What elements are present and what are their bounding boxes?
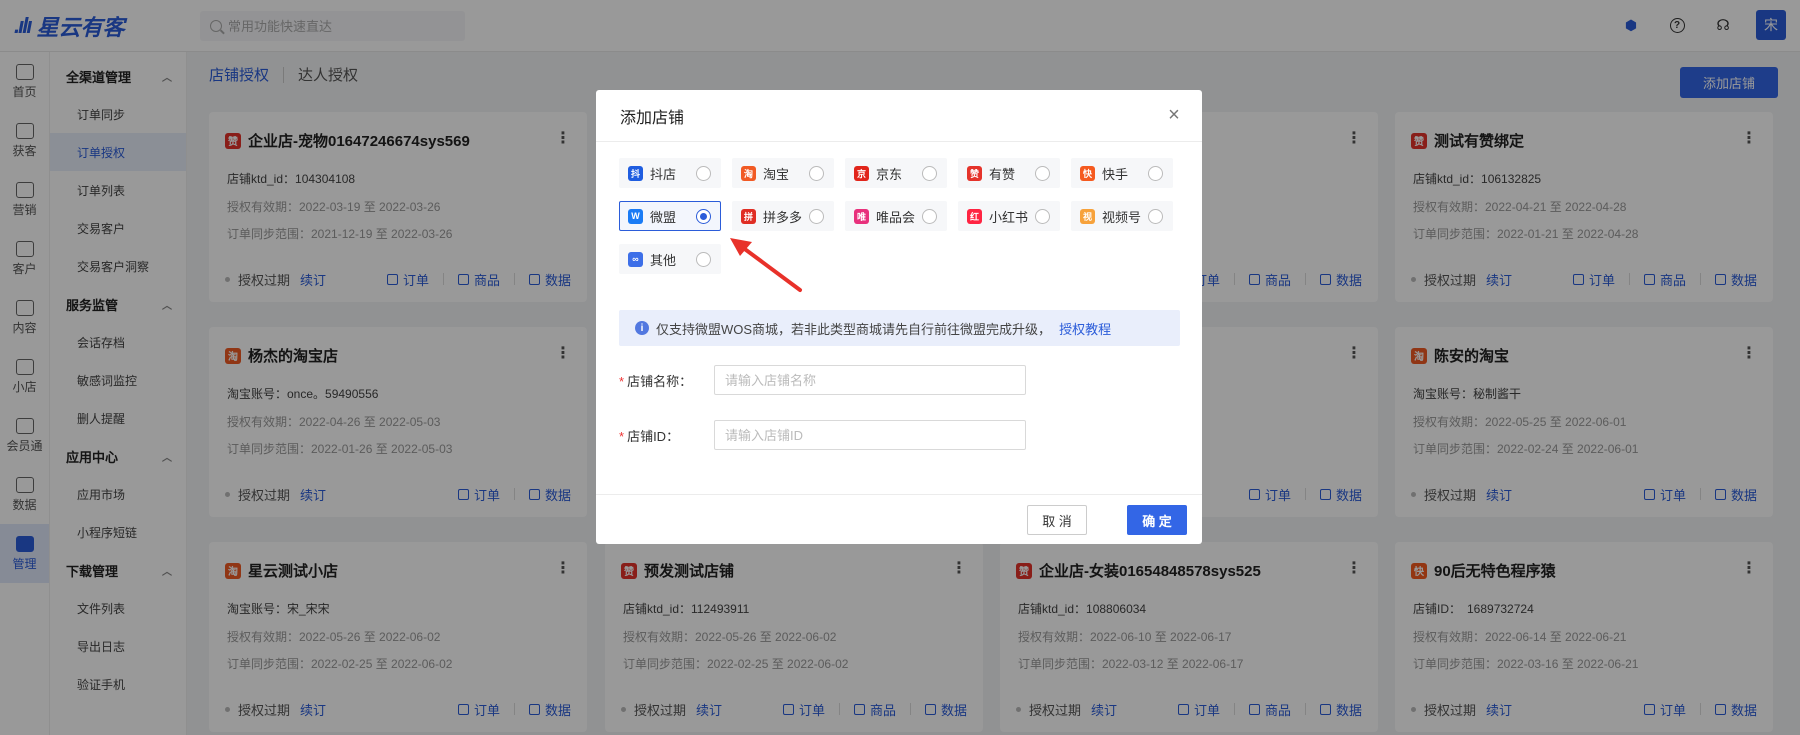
store-id-row: * 店铺ID： <box>619 420 1026 450</box>
add-store-dialog: 添加店铺 × 抖抖店淘淘宝京京东赞有赞快快手 W 微盟拼拼多多唯唯品会红小红书视视频… <box>596 90 1202 544</box>
platform-radio[interactable] <box>922 209 937 224</box>
dialog-title: 添加店铺 <box>620 109 685 127</box>
platform-option[interactable]: 赞有赞 <box>958 158 1060 188</box>
platform-logo-icon: 视 <box>1080 208 1095 224</box>
cancel-button[interactable]: 取 消 <box>1027 505 1087 535</box>
info-notice: i 仅支持微盟WOS商城，若非此类型商城请先自行前往微盟完成升级， 授权教程 <box>619 310 1180 346</box>
platform-radio[interactable] <box>1148 209 1163 224</box>
auth-tutorial-link[interactable]: 授权教程 <box>1059 319 1111 338</box>
platform-logo-icon: W <box>628 208 643 224</box>
platform-logo-icon: 抖 <box>628 165 643 181</box>
platform-radio[interactable] <box>809 209 824 224</box>
platform-logo-icon: 快 <box>1080 165 1095 181</box>
platform-radio[interactable] <box>696 252 711 267</box>
platform-label: 唯品会 <box>876 209 916 225</box>
platform-label: 抖店 <box>650 166 677 182</box>
info-icon: i <box>635 321 649 335</box>
platform-label: 微盟 <box>650 209 677 225</box>
store-id-input[interactable] <box>714 420 1026 450</box>
platform-radio[interactable] <box>696 209 711 224</box>
platform-label: 小红书 <box>989 209 1029 225</box>
platform-radio[interactable] <box>922 166 937 181</box>
platform-logo-icon: 红 <box>967 208 982 224</box>
platform-option[interactable]: 拼拼多多 <box>732 201 834 231</box>
notice-text: 仅支持微盟WOS商城，若非此类型商城请先自行前往微盟完成升级， <box>656 321 1052 337</box>
platform-label: 快手 <box>1102 166 1129 182</box>
platform-option[interactable]: 快快手 <box>1071 158 1173 188</box>
platform-label: 有赞 <box>989 166 1016 182</box>
platform-option[interactable]: 淘淘宝 <box>732 158 834 188</box>
platform-logo-icon: 京 <box>854 165 869 181</box>
platform-logo-icon: ∞ <box>628 251 643 267</box>
platform-label: 拼多多 <box>763 209 803 225</box>
platform-option[interactable]: 抖抖店 <box>619 158 721 188</box>
annotation-arrow-icon <box>730 238 802 292</box>
platform-logo-icon: 淘 <box>741 165 756 181</box>
platform-radio[interactable] <box>696 166 711 181</box>
platform-label: 淘宝 <box>763 166 790 182</box>
platform-radio[interactable] <box>1148 166 1163 181</box>
platform-option[interactable]: ∞ 其他 <box>619 244 721 274</box>
close-icon[interactable]: × <box>1164 105 1184 125</box>
platform-logo-icon: 拼 <box>741 208 756 224</box>
platform-radio[interactable] <box>1035 209 1050 224</box>
platform-option[interactable]: W 微盟 <box>619 201 721 231</box>
platform-logo-icon: 赞 <box>967 165 982 181</box>
store-name-input[interactable] <box>714 365 1026 395</box>
dialog-footer: 取 消 确 定 <box>596 494 1202 544</box>
platform-option[interactable]: 唯唯品会 <box>845 201 947 231</box>
platform-radio[interactable] <box>809 166 824 181</box>
platform-label: 京东 <box>876 166 903 182</box>
platform-option[interactable]: 视视频号 <box>1071 201 1173 231</box>
platform-logo-icon: 唯 <box>854 208 869 224</box>
platform-label: 视频号 <box>1102 209 1142 225</box>
platform-radio[interactable] <box>1035 166 1050 181</box>
dialog-header: 添加店铺 × <box>596 90 1202 142</box>
confirm-button[interactable]: 确 定 <box>1127 505 1187 535</box>
store-id-label: * 店铺ID： <box>619 428 680 444</box>
store-name-label: * 店铺名称： <box>619 373 693 389</box>
store-name-row: * 店铺名称： <box>619 365 1026 395</box>
platform-option[interactable]: 京京东 <box>845 158 947 188</box>
platform-label: 其他 <box>650 252 677 268</box>
platform-option[interactable]: 红小红书 <box>958 201 1060 231</box>
